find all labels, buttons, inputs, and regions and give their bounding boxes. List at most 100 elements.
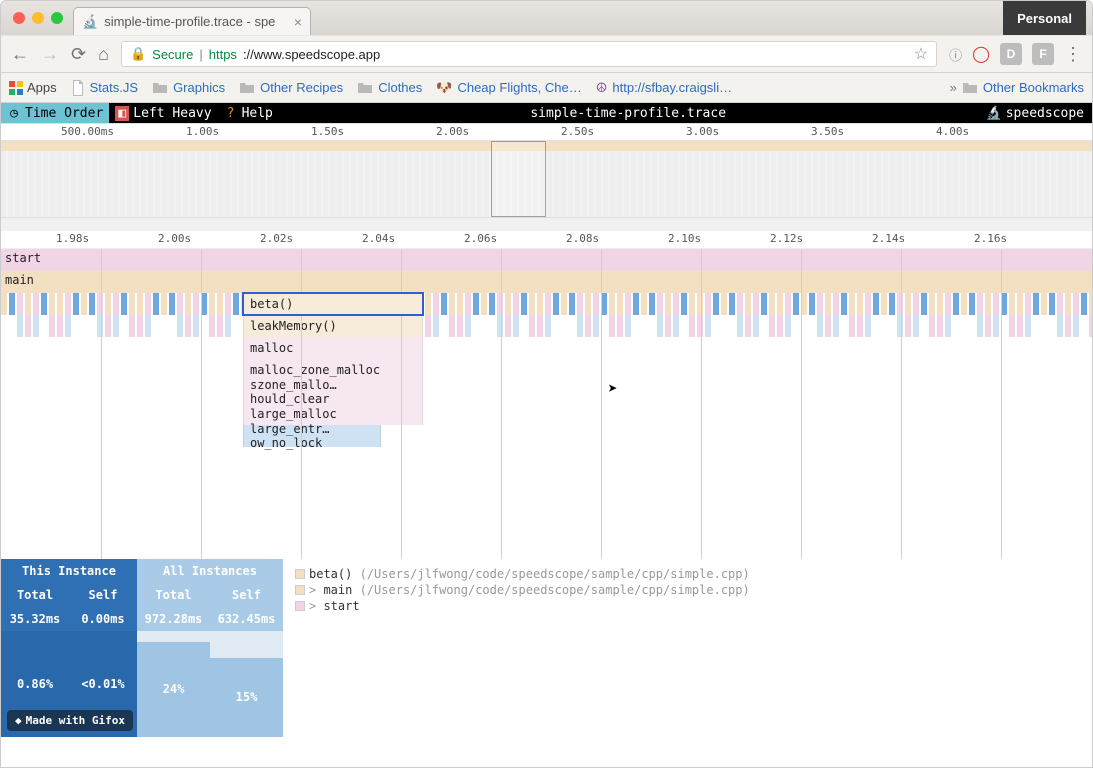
- bookmark-label: Cheap Flights, Che…: [457, 80, 581, 95]
- minimap-scrollbar[interactable]: [1, 217, 1092, 231]
- bookmark-star-icon[interactable]: ☆: [914, 44, 928, 64]
- flamegraph[interactable]: start main beta() leakMemory() malloc ma…: [1, 249, 1092, 559]
- clock-icon: ◷: [7, 106, 21, 121]
- forward-button[interactable]: →: [41, 45, 59, 63]
- call-fn: start: [323, 599, 359, 613]
- minimap-selection[interactable]: [491, 141, 546, 217]
- stack-label: beta(): [250, 297, 293, 311]
- col-self: Self: [69, 583, 137, 607]
- val-ai-total: 972.28ms: [137, 607, 210, 631]
- call-line-2[interactable]: > main (/Users/jlfwong/code/speedscope/s…: [295, 583, 1080, 597]
- extension-f-icon[interactable]: F: [1032, 43, 1054, 65]
- stack-label: malloc_zone_malloc: [250, 363, 380, 377]
- chevron-right-icon[interactable]: »: [950, 80, 957, 95]
- bookmark-label: Graphics: [173, 80, 225, 95]
- gifox-label: Made with Gifox: [26, 714, 125, 727]
- stack-malloc[interactable]: malloc: [243, 337, 423, 359]
- url-separator: |: [199, 47, 202, 62]
- other-bookmarks-button[interactable]: Other Bookmarks: [983, 80, 1084, 95]
- tab-bar: 🔬 simple-time-profile.trace - spe × Pers…: [1, 1, 1092, 35]
- brand-label: speedscope: [1006, 106, 1084, 121]
- question-icon: ?: [224, 106, 238, 121]
- help-button[interactable]: ? Help: [218, 103, 279, 123]
- left-heavy-icon: ◧: [115, 106, 129, 121]
- bookmarks-bar: Apps Stats.JS Graphics Other Recipes Clo…: [1, 73, 1092, 103]
- reload-button[interactable]: ⟳: [71, 45, 86, 63]
- mode-label: Left Heavy: [133, 106, 211, 121]
- extension-ublock-icon[interactable]: ◯: [972, 44, 990, 64]
- url-input[interactable]: 🔒 Secure | https ://www.speedscope.app ☆: [121, 41, 937, 67]
- trace-title: simple-time-profile.trace: [279, 106, 978, 121]
- call-line-3[interactable]: > start: [295, 599, 1080, 613]
- file-icon: [71, 80, 85, 96]
- brand: 🔬 speedscope: [978, 106, 1092, 121]
- peace-icon: ☮: [596, 80, 608, 96]
- bookmark-other-recipes[interactable]: Other Recipes: [239, 80, 343, 96]
- address-bar: ← → ⟳ ⌂ 🔒 Secure | https ://www.speedscop…: [1, 35, 1092, 73]
- profile-badge[interactable]: Personal: [1003, 1, 1086, 35]
- call-fn: beta(): [309, 567, 352, 581]
- apps-label: Apps: [27, 80, 57, 95]
- home-button[interactable]: ⌂: [98, 45, 109, 63]
- stack-beta[interactable]: beta(): [242, 292, 424, 316]
- extension-info-icon[interactable]: ⓘ: [949, 45, 962, 64]
- app-toolbar: ◷Time Order ◧ Left Heavy ? Help simple-tim…: [1, 103, 1092, 123]
- apps-button[interactable]: Apps: [9, 80, 57, 95]
- browser-window: 🔬 simple-time-profile.trace - spe × Pers…: [0, 0, 1093, 768]
- col-total-all: Total: [137, 583, 210, 607]
- url-host: ://www.speedscope.app: [243, 47, 380, 62]
- browser-tab[interactable]: 🔬 simple-time-profile.trace - spe ×: [73, 7, 311, 35]
- extension-icons: ⓘ ◯ D F ⋮: [949, 43, 1082, 65]
- gifox-badge[interactable]: ◆Made with Gifox: [7, 710, 133, 731]
- bookmark-craigslist[interactable]: ☮http://sfbay.craigsli…: [596, 80, 732, 96]
- help-label: Help: [242, 106, 273, 121]
- browser-menu-icon[interactable]: ⋮: [1064, 44, 1082, 65]
- url-protocol: https: [209, 47, 237, 62]
- col-self-all: Self: [210, 583, 283, 607]
- all-instances-header: All Instances: [137, 559, 283, 583]
- details-pane: This Instance All Instances Total Self T…: [1, 559, 1092, 737]
- back-button[interactable]: ←: [11, 45, 29, 63]
- bookmark-statsjs[interactable]: Stats.JS: [71, 80, 138, 96]
- lock-icon: 🔒: [130, 46, 146, 62]
- call-fn: main: [323, 583, 352, 597]
- tab-close-icon[interactable]: ×: [294, 15, 302, 29]
- close-window-icon[interactable]: [13, 12, 25, 24]
- stack-label: large_entr…ow_no_lock: [250, 422, 374, 450]
- this-instance-header: This Instance: [1, 559, 137, 583]
- extension-d-icon[interactable]: D: [1000, 43, 1022, 65]
- val-ti-self: 0.00ms: [69, 607, 137, 631]
- mode-left-heavy[interactable]: ◧ Left Heavy: [109, 103, 217, 123]
- folder-icon: [152, 80, 168, 96]
- bookmark-graphics[interactable]: Graphics: [152, 80, 225, 96]
- stack-leakmemory[interactable]: leakMemory(): [243, 315, 423, 337]
- stack-label: leakMemory(): [250, 319, 337, 333]
- minimap[interactable]: [1, 141, 1092, 231]
- maximize-window-icon[interactable]: [51, 12, 63, 24]
- microscope-icon: 🔬: [986, 106, 1002, 121]
- mode-time-order[interactable]: ◷Time Order: [1, 103, 109, 123]
- pct-ai-total: 24%: [137, 642, 210, 737]
- bookmarks-overflow: » Other Bookmarks: [950, 80, 1084, 96]
- stack-label: malloc: [250, 341, 293, 355]
- bookmark-label: Stats.JS: [90, 80, 138, 95]
- color-swatch-icon: [295, 569, 305, 579]
- bookmark-cheap-flights[interactable]: 🐶Cheap Flights, Che…: [436, 80, 581, 96]
- folder-icon: [357, 80, 373, 96]
- call-line-1[interactable]: beta() (/Users/jlfwong/code/speedscope/s…: [295, 567, 1080, 581]
- secure-label: Secure: [152, 47, 193, 62]
- bookmark-clothes[interactable]: Clothes: [357, 80, 422, 96]
- minimize-window-icon[interactable]: [32, 12, 44, 24]
- speedscope-app: ◷Time Order ◧ Left Heavy ? Help simple-tim…: [1, 103, 1092, 767]
- col-total: Total: [1, 583, 69, 607]
- bookmark-label: Clothes: [378, 80, 422, 95]
- zoom-ruler[interactable]: 1.98s2.00s2.02s2.04s2.06s2.08s2.10s2.12s…: [1, 231, 1092, 249]
- color-swatch-icon: [295, 585, 305, 595]
- tab-favicon-icon: 🔬: [82, 15, 98, 28]
- stack-szone[interactable]: szone_mallo…hould_clear: [243, 381, 423, 403]
- stack-large-entr[interactable]: large_entr…ow_no_lock: [243, 425, 381, 447]
- call-path: (/Users/jlfwong/code/speedscope/sample/c…: [360, 583, 750, 597]
- tab-title: simple-time-profile.trace - spe: [104, 14, 288, 29]
- timeline-ruler[interactable]: 500.00ms1.00s1.50s2.00s2.50s3.00s3.50s4.…: [1, 123, 1092, 141]
- color-swatch-icon: [295, 601, 305, 611]
